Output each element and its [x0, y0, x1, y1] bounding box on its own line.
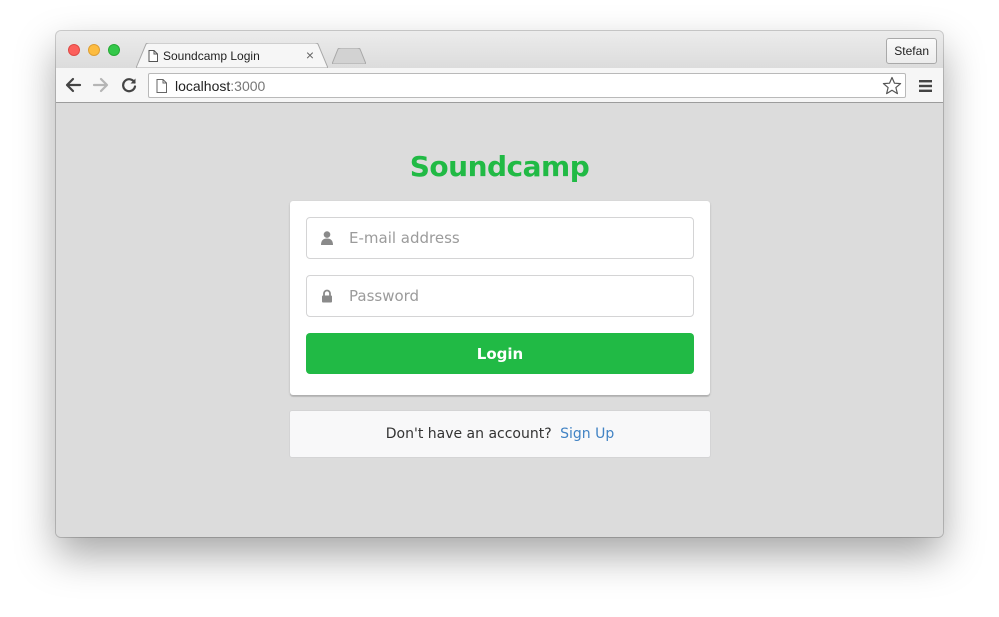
- page-viewport: Soundcamp E-mail address Login Don't hav…: [56, 103, 943, 537]
- url-host: localhost: [175, 78, 231, 94]
- email-field[interactable]: [306, 217, 694, 259]
- profile-button[interactable]: Stefan: [886, 38, 937, 64]
- signup-link[interactable]: Sign Up: [560, 426, 614, 442]
- forward-arrow-icon[interactable]: [92, 76, 110, 94]
- page-icon: [148, 49, 158, 67]
- login-button[interactable]: Login: [306, 333, 694, 374]
- page-info-icon[interactable]: [156, 79, 167, 98]
- signup-prompt: Don't have an account?: [385, 426, 552, 442]
- browser-window: Soundcamp Login × Stefan localhost:3000 …: [56, 31, 943, 537]
- signup-message: Don't have an account? Sign Up: [289, 410, 711, 458]
- email-input[interactable]: [349, 218, 679, 258]
- back-arrow-icon[interactable]: [64, 76, 82, 94]
- maximize-window-button[interactable]: [108, 44, 120, 56]
- lock-icon: [321, 289, 333, 308]
- tab-bar: Soundcamp Login × Stefan: [56, 31, 943, 68]
- new-tab-button[interactable]: [331, 47, 367, 69]
- password-input[interactable]: [349, 276, 679, 316]
- tab-title: Soundcamp Login: [163, 49, 260, 63]
- login-form: Login: [290, 201, 710, 395]
- page-title: Soundcamp: [409, 150, 590, 183]
- browser-toolbar: localhost:3000: [56, 68, 943, 103]
- bookmark-star-icon[interactable]: [882, 76, 902, 101]
- password-field[interactable]: [306, 275, 694, 317]
- minimize-window-button[interactable]: [88, 44, 100, 56]
- url-text[interactable]: localhost:3000: [175, 78, 265, 94]
- tab-soundcamp-login[interactable]: Soundcamp Login ×: [136, 43, 328, 68]
- url-port: :3000: [230, 78, 266, 94]
- close-window-button[interactable]: [68, 44, 80, 56]
- user-icon: [321, 231, 333, 250]
- address-bar[interactable]: localhost:3000: [148, 73, 906, 98]
- tab-close-icon[interactable]: ×: [306, 47, 314, 63]
- reload-icon[interactable]: [120, 76, 138, 94]
- menu-hamburger-icon[interactable]: [919, 79, 932, 97]
